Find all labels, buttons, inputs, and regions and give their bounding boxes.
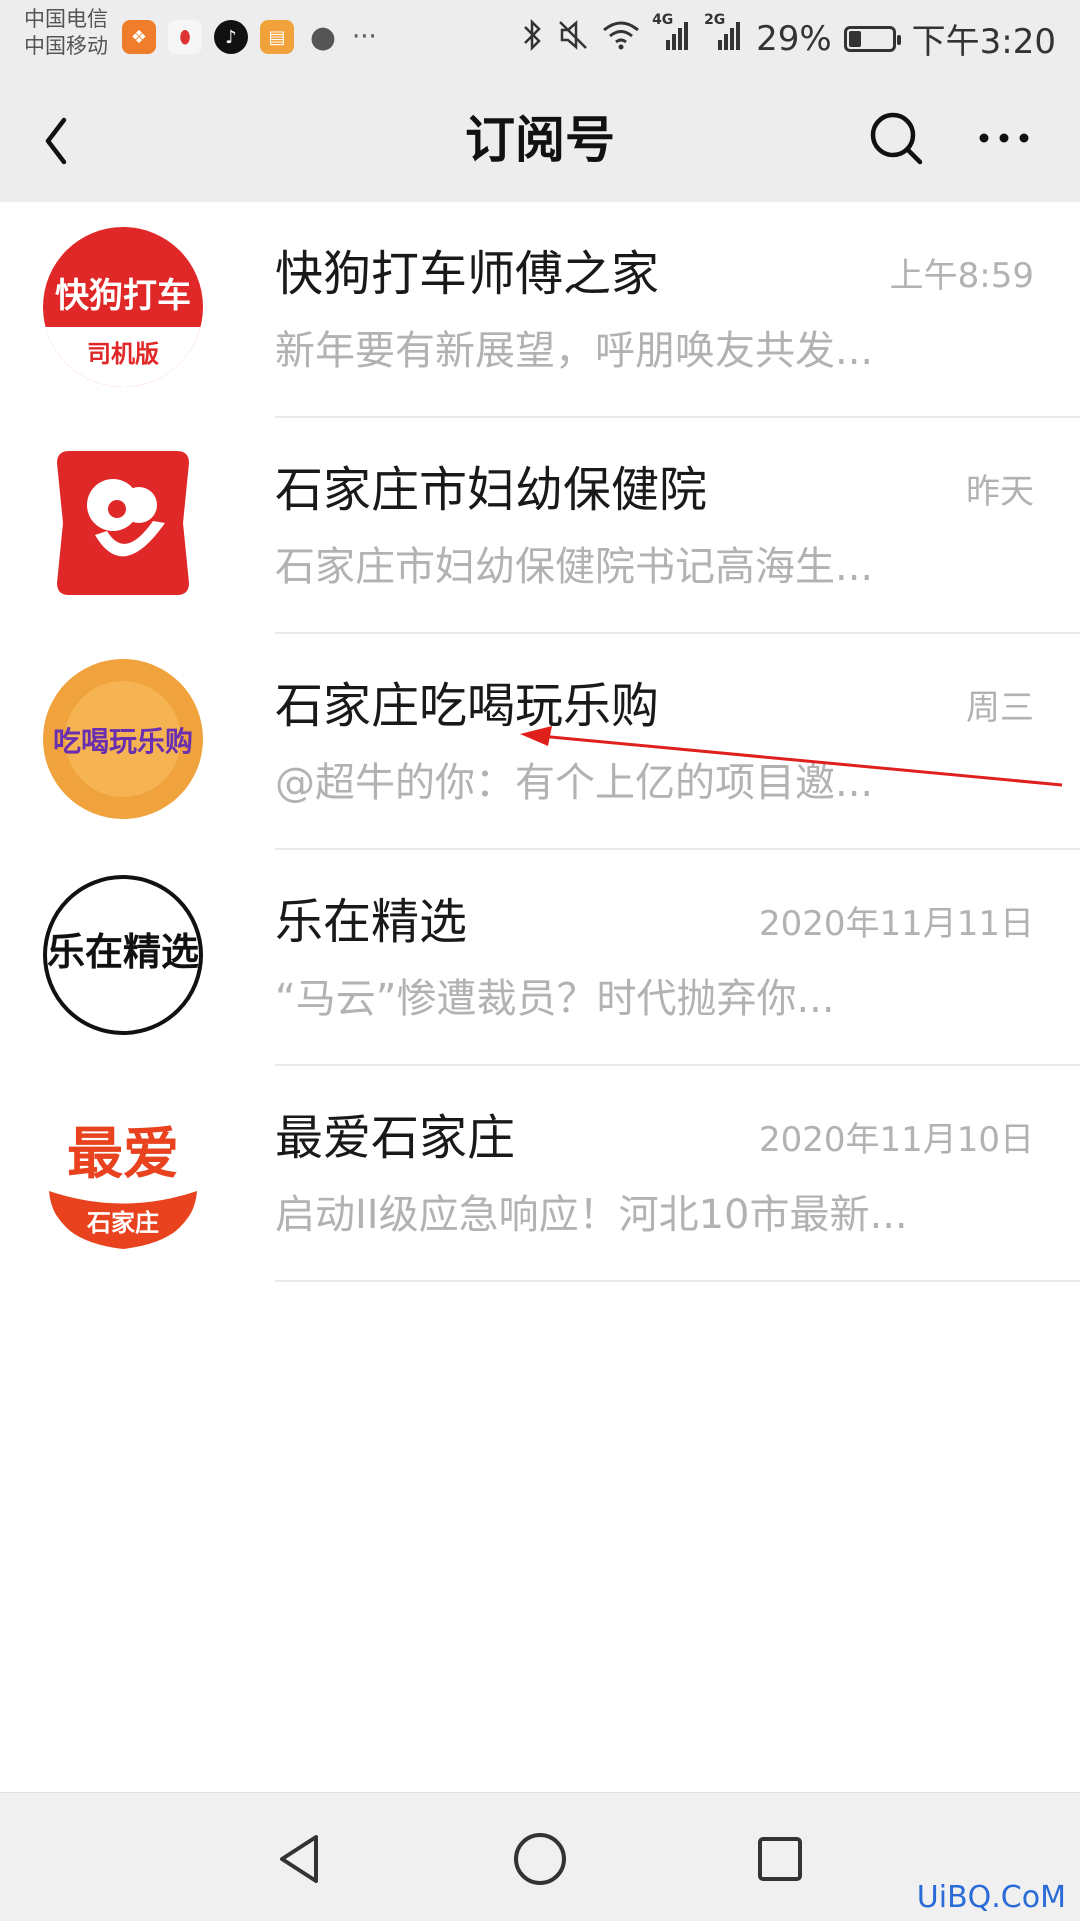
tiktok-icon: ♪ — [214, 20, 248, 54]
avatar-text: 吃喝玩乐购 — [53, 725, 193, 758]
title-bar: 订阅号 — [0, 80, 1080, 202]
avatar-subtext: 石家庄 — [86, 1209, 159, 1237]
subscription-name: 石家庄市妇幼保健院 — [275, 462, 708, 518]
subscription-row[interactable]: 乐在精选 乐在精选 2020年11月11日 “马云”惨遭裁员？时代抛弃你... — [0, 850, 1080, 1066]
search-button[interactable] — [860, 102, 932, 174]
subscription-row[interactable]: 快狗打车 司机版 快狗打车师傅之家 上午8:59 新年要有新展望，呼朋唤友共发.… — [0, 202, 1080, 418]
recents-square-icon — [758, 1837, 802, 1881]
avatar: 吃喝玩乐购 — [43, 659, 203, 819]
carrier-line-1: 中国电信 — [24, 7, 108, 31]
subscription-row[interactable]: 最爱 石家庄 最爱石家庄 2020年11月10日 启动II级应急响应！河北10市… — [0, 1066, 1080, 1282]
avatar-text: 快狗打车 — [55, 276, 191, 316]
watermark: UiBQ.CoM — [916, 1880, 1066, 1915]
more-dots-icon — [979, 133, 1029, 143]
subscription-row[interactable]: 吃喝玩乐购 石家庄吃喝玩乐购 周三 @超牛的你：有个上亿的项目邀... — [0, 634, 1080, 850]
signal-2g-icon: 2G — [704, 12, 744, 59]
kuaigou-logo-icon: 快狗打车 司机版 — [43, 276, 203, 387]
status-bar: 中国电信 中国移动 ❖ ⬮ ♪ ▤ ● ··· 4G 2G 29% 下午3:20 — [0, 0, 1080, 80]
subscription-time: 周三 — [966, 688, 1034, 728]
avatar: 快狗打车 司机版 — [43, 227, 203, 387]
network-4g-label: 4G — [652, 12, 674, 28]
subscription-time: 昨天 — [966, 472, 1034, 512]
subscription-preview: “马云”惨遭裁员？时代抛弃你... — [275, 976, 835, 1022]
home-circle-icon — [514, 1833, 566, 1885]
app-icon-orange: ❖ — [122, 20, 156, 54]
search-icon — [870, 112, 923, 165]
carrier-line-2: 中国移动 — [24, 34, 108, 58]
subscription-preview: 新年要有新展望，呼朋唤友共发... — [275, 328, 874, 374]
zuiai-logo-icon: 最爱 石家庄 — [49, 1122, 197, 1249]
avatar-text: 最爱 — [67, 1122, 179, 1187]
battery-percent: 29% — [756, 18, 832, 59]
nav-back-button[interactable] — [264, 1823, 336, 1895]
subscription-preview: 石家庄市妇幼保健院书记高海生... — [275, 544, 874, 590]
app-icon-tools: ▤ — [260, 20, 294, 54]
lezai-logo-icon: 乐在精选 — [47, 930, 199, 974]
back-triangle-icon — [280, 1835, 318, 1883]
avatar-text: 乐在精选 — [47, 930, 199, 974]
more-options-button[interactable] — [968, 102, 1040, 174]
subscription-time: 2020年11月10日 — [758, 1120, 1034, 1160]
bluetooth-icon — [522, 18, 544, 59]
battery-icon — [843, 25, 901, 52]
avatar — [43, 443, 203, 603]
subscription-row[interactable]: 石家庄市妇幼保健院 昨天 石家庄市妇幼保健院书记高海生... — [0, 418, 1080, 634]
avatar: 乐在精选 — [43, 875, 203, 1035]
subscription-name: 最爱石家庄 — [275, 1110, 516, 1166]
hospital-logo-icon — [57, 451, 189, 595]
more-notifications-icon: ··· — [352, 22, 377, 52]
subscription-list: 快狗打车 司机版 快狗打车师傅之家 上午8:59 新年要有新展望，呼朋唤友共发.… — [0, 202, 1080, 1282]
carrier-info: 中国电信 中国移动 — [24, 6, 108, 60]
subscription-name: 乐在精选 — [275, 894, 468, 950]
subscription-preview: @超牛的你：有个上亿的项目邀... — [275, 760, 874, 806]
subscription-name: 石家庄吃喝玩乐购 — [275, 678, 660, 734]
signal-4g-icon: 4G — [652, 12, 692, 59]
subscription-time: 2020年11月11日 — [758, 904, 1034, 944]
map-pin-icon: ⬮ — [168, 20, 202, 54]
clock: 下午3:20 — [911, 22, 1056, 62]
subscription-preview: 启动II级应急响应！河北10市最新... — [275, 1192, 908, 1238]
avatar: 最爱 石家庄 — [43, 1091, 203, 1251]
network-2g-label: 2G — [704, 12, 726, 28]
avatar-subtext: 司机版 — [87, 340, 159, 368]
chat-bubble-icon: ● — [309, 19, 337, 55]
subscription-time: 上午8:59 — [889, 256, 1034, 296]
system-status: 4G 2G 29% 下午3:20 — [522, 12, 1056, 63]
divider — [275, 1280, 1080, 1282]
nav-home-button[interactable] — [504, 1823, 576, 1895]
chihewanle-logo-icon: 吃喝玩乐购 — [45, 661, 201, 817]
wifi-icon — [602, 19, 640, 58]
notification-icons: ❖ ⬮ ♪ ▤ ● ··· — [122, 19, 377, 55]
nav-recents-button[interactable] — [744, 1823, 816, 1895]
subscription-name: 快狗打车师傅之家 — [275, 246, 660, 302]
mute-icon — [556, 18, 590, 59]
